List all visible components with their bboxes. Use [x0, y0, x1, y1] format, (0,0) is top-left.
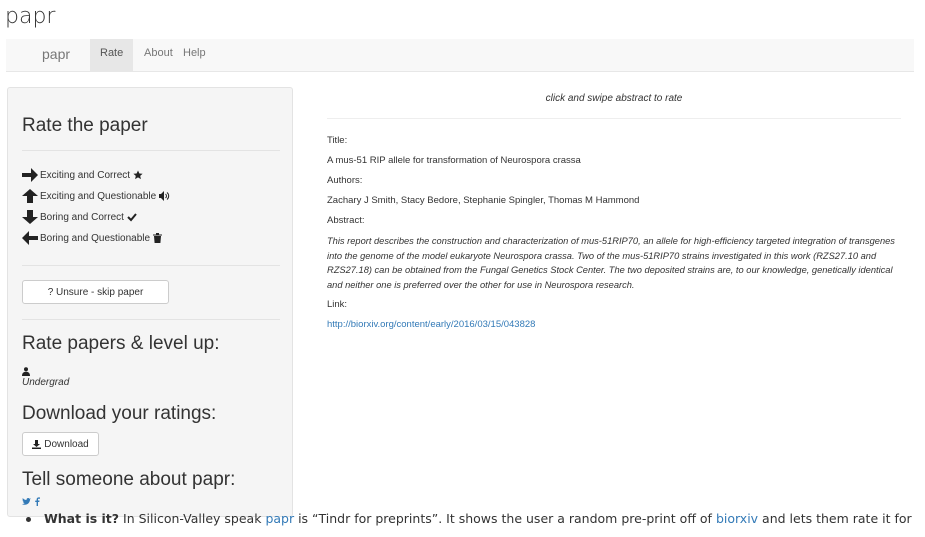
rate-option-label: Boring and Questionable: [40, 232, 151, 244]
divider: [327, 118, 901, 119]
download-button[interactable]: Download: [22, 432, 99, 456]
paper-authors: Zachary J Smith, Stacy Bedore, Stephanie…: [327, 195, 640, 206]
swipe-instruction: click and swipe abstract to rate: [545, 93, 683, 104]
rate-option-label: Exciting and Correct: [40, 169, 131, 181]
rate-option-exciting-questionable[interactable]: Exciting and Questionable: [21, 186, 171, 206]
bullet-text-2: is “Tindr for preprints”. It shows the u…: [294, 511, 716, 526]
level-heading: Rate papers & level up:: [22, 333, 220, 354]
paper-abstract[interactable]: This report describes the construction a…: [327, 234, 901, 293]
bullet-text-1: In Silicon-Valley speak: [119, 511, 266, 526]
arrow-up-icon: [22, 189, 38, 203]
page-title: papr: [5, 4, 56, 29]
share-heading: Tell someone about papr:: [22, 469, 236, 490]
abstract-label: Abstract:: [327, 215, 365, 226]
rate-heading: Rate the paper: [22, 115, 148, 136]
arrow-left-icon: [22, 231, 38, 245]
level-name: Undergrad: [22, 377, 70, 388]
arrow-down-icon: [22, 210, 38, 224]
twitter-icon[interactable]: [22, 498, 31, 509]
bullet-bold: What is it?: [44, 511, 120, 526]
rate-option-exciting-correct[interactable]: Exciting and Correct: [21, 165, 144, 185]
bullet-text: What is it? In Silicon-Valley speak papr…: [44, 511, 912, 526]
trash-icon: [153, 233, 163, 243]
download-icon: [32, 439, 42, 449]
download-label: Download: [44, 438, 89, 450]
share-links: [22, 497, 40, 509]
volume-icon: [159, 191, 171, 201]
arrow-right-icon: [22, 168, 38, 182]
authors-label: Authors:: [327, 175, 363, 186]
paper-title: A mus-51 RIP allele for transformation o…: [327, 155, 581, 166]
divider: [22, 319, 280, 320]
biorxiv-link[interactable]: biorxiv: [716, 511, 758, 526]
tab-help[interactable]: Help: [173, 39, 216, 71]
bullet-text-3: and lets them rate it for: [758, 511, 912, 526]
divider: [22, 150, 280, 151]
title-label: Title:: [327, 135, 348, 146]
rate-option-label: Boring and Correct: [40, 211, 124, 223]
rate-option-boring-questionable[interactable]: Boring and Questionable: [21, 228, 163, 248]
download-heading: Download your ratings:: [22, 403, 217, 424]
rate-option-label: Exciting and Questionable: [40, 190, 157, 202]
navbar: papr Rate About Help: [6, 39, 914, 72]
link-label: Link:: [327, 299, 348, 310]
divider: [22, 265, 280, 266]
facebook-icon[interactable]: [34, 497, 40, 509]
nav-brand[interactable]: papr: [42, 46, 70, 62]
rate-option-boring-correct[interactable]: Boring and Correct: [21, 207, 138, 227]
paper-link[interactable]: http://biorxiv.org/content/early/2016/03…: [327, 319, 535, 330]
star-icon: [133, 170, 144, 180]
tab-rate[interactable]: Rate: [90, 39, 134, 71]
bullet-dot: [26, 517, 31, 522]
skip-paper-button[interactable]: ? Unsure - skip paper: [22, 280, 169, 304]
sidebar-panel: Rate the paper Exciting and Correct Exci…: [7, 87, 293, 517]
check-icon: [127, 212, 138, 222]
papr-link[interactable]: papr: [265, 511, 294, 526]
